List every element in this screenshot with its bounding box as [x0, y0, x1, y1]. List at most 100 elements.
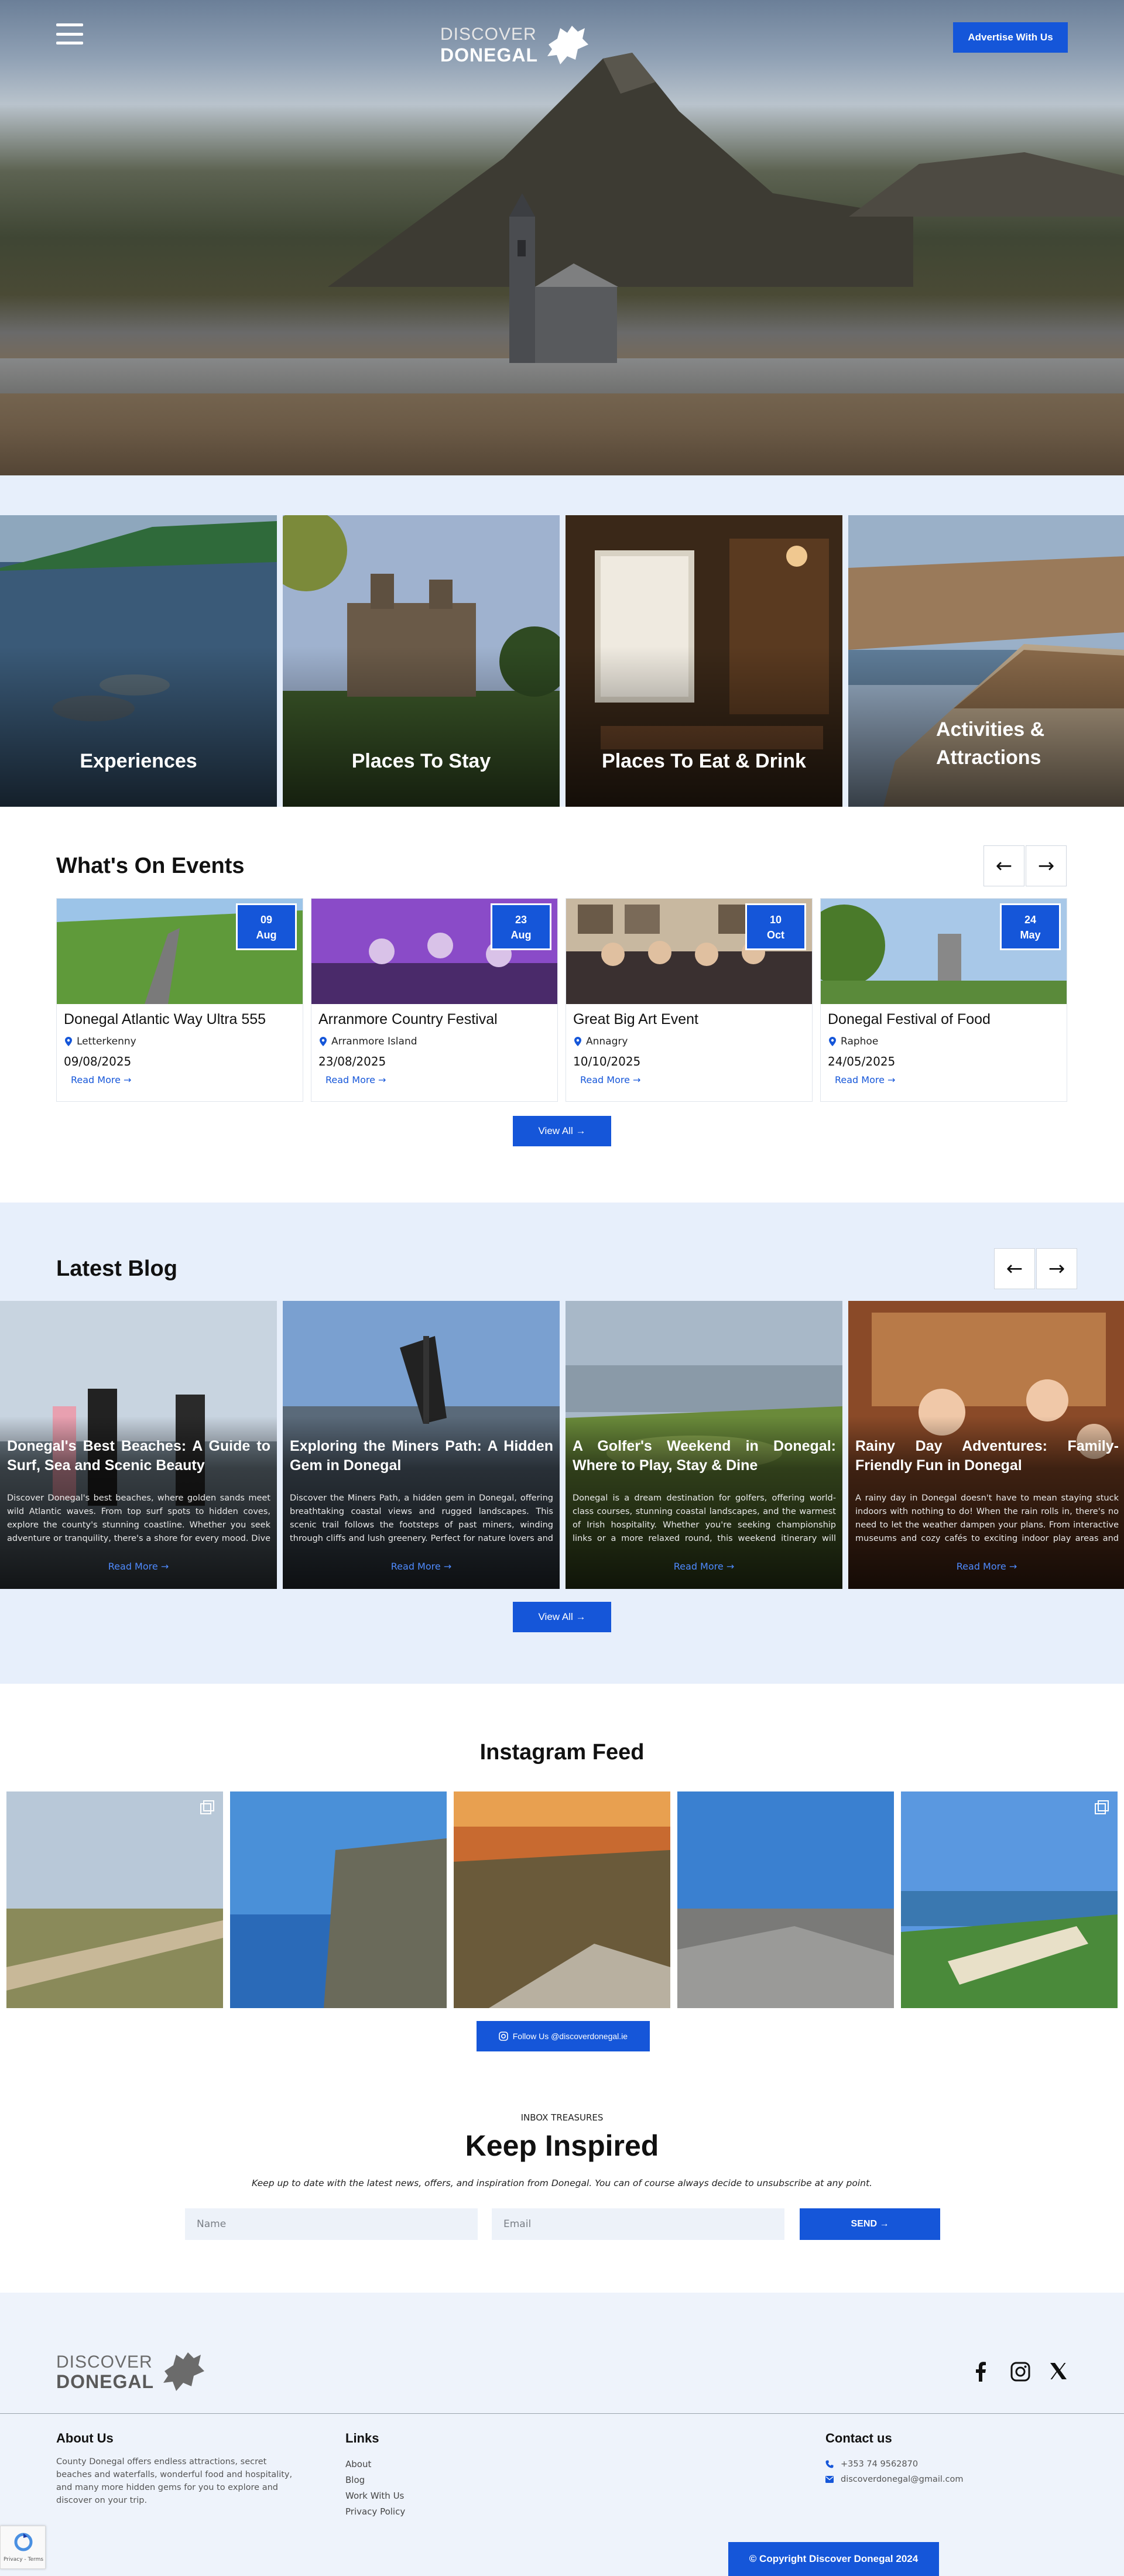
recaptcha-badge[interactable]: Privacy - Terms: [0, 2526, 46, 2569]
arrow-right-icon: →: [887, 1074, 896, 1085]
event-title: Donegal Atlantic Way Ultra 555: [64, 1011, 266, 1027]
event-date: 10/10/2025: [573, 1054, 641, 1068]
blog-next-button[interactable]: →: [1036, 1248, 1077, 1289]
mail-icon: [825, 2476, 834, 2483]
event-title: Donegal Festival of Food: [828, 1011, 991, 1027]
blog-title: Latest Blog: [56, 1256, 177, 1281]
read-more-label: Read More: [390, 1561, 441, 1572]
event-day: 10: [769, 914, 782, 926]
category-tile-places-to-eat[interactable]: Places To Eat & Drink: [566, 515, 842, 807]
blog-post-title: A Golfer's Weekend in Donegal: Where to …: [573, 1438, 836, 1474]
footer-logo-line2: DONEGAL: [56, 2371, 154, 2392]
footer-phone-text: +353 74 9562870: [841, 2459, 919, 2469]
location-pin-icon: [65, 1037, 72, 1046]
advertise-button[interactable]: Advertise With Us: [953, 22, 1068, 53]
footer-link-work-with-us[interactable]: Work With Us: [345, 2488, 462, 2504]
recaptcha-icon: [14, 2533, 33, 2551]
event-month: Aug: [256, 929, 277, 941]
instagram-icon[interactable]: [1010, 2362, 1030, 2382]
facebook-icon[interactable]: [974, 2362, 987, 2382]
x-twitter-icon[interactable]: [1049, 2362, 1068, 2380]
menu-button[interactable]: [56, 23, 83, 44]
arrow-right-icon: →: [575, 1125, 586, 1136]
events-next-button[interactable]: →: [1026, 845, 1067, 886]
blog-prev-button[interactable]: ←: [994, 1248, 1035, 1289]
instagram-post[interactable]: [6, 1791, 223, 2008]
blog-post-excerpt: Discover Donegal's best beaches, where g…: [7, 1493, 270, 1543]
event-location: Raphoe: [829, 1036, 878, 1047]
blog-card[interactable]: Donegal's Best Beaches: A Guide to Surf,…: [0, 1301, 277, 1589]
multi-image-icon: [200, 1800, 214, 1814]
arrow-right-icon: →: [879, 2219, 889, 2229]
blog-read-more-link[interactable]: Read More →: [0, 1561, 277, 1572]
blog-read-more-link[interactable]: Read More →: [848, 1561, 1124, 1572]
event-location: Letterkenny: [65, 1036, 136, 1047]
instagram-title: Instagram Feed: [479, 1740, 645, 1765]
event-card[interactable]: 24 May Donegal Festival of Food Raphoe 24…: [820, 898, 1067, 1102]
site-logo[interactable]: DISCOVER DONEGAL: [440, 21, 592, 68]
footer-link-privacy-policy[interactable]: Privacy Policy: [345, 2504, 462, 2520]
read-more-label: Read More: [673, 1561, 724, 1572]
blog-read-more-link[interactable]: Read More →: [566, 1561, 842, 1572]
blog-read-more-link[interactable]: Read More →: [283, 1561, 560, 1572]
instagram-post[interactable]: [677, 1791, 894, 2008]
blog-card[interactable]: Rainy Day Adventures: Family-Friendly Fu…: [848, 1301, 1124, 1589]
event-date-badge: 24 May: [1000, 903, 1061, 950]
category-tile-activities[interactable]: Activities & Attractions: [848, 515, 1124, 807]
category-tile-places-to-stay[interactable]: Places To Stay: [283, 515, 560, 807]
event-location: Annagry: [574, 1036, 628, 1047]
multi-image-icon: [1095, 1800, 1109, 1814]
event-card[interactable]: 10 Oct Great Big Art Event Annagry 10/10/…: [566, 898, 813, 1102]
read-more-label: Read More: [835, 1074, 885, 1085]
logo-text-line1: DISCOVER: [440, 25, 537, 44]
footer-email[interactable]: discoverdonegal@gmail.com: [825, 2473, 964, 2486]
newsletter-email-input[interactable]: [492, 2208, 784, 2240]
event-date-badge: 09 Aug: [236, 903, 297, 950]
events-prev-button[interactable]: ←: [984, 845, 1024, 886]
event-location-text: Raphoe: [841, 1036, 879, 1047]
blog-post-title: Donegal's Best Beaches: A Guide to Surf,…: [7, 1438, 270, 1474]
arrow-right-icon: →: [1009, 1561, 1017, 1572]
instagram-image: [454, 1791, 670, 2008]
instagram-image: [901, 1791, 1118, 2008]
event-read-more-link[interactable]: Read More →: [71, 1074, 131, 1085]
footer-logo[interactable]: DISCOVER DONEGAL: [56, 2348, 220, 2395]
event-month: Oct: [766, 929, 784, 941]
event-read-more-link[interactable]: Read More →: [580, 1074, 640, 1085]
event-read-more-link[interactable]: Read More →: [835, 1074, 895, 1085]
hero-church-image: [509, 193, 618, 363]
newsletter-name-input[interactable]: [185, 2208, 478, 2240]
arrow-right-icon: →: [575, 1611, 586, 1622]
instagram-post[interactable]: [454, 1791, 670, 2008]
category-tile-experiences[interactable]: Experiences: [0, 515, 277, 807]
event-read-more-link[interactable]: Read More →: [325, 1074, 386, 1085]
hero-hills-image: [849, 152, 1124, 217]
blog-card[interactable]: A Golfer's Weekend in Donegal: Where to …: [566, 1301, 842, 1589]
instagram-follow-button[interactable]: Follow Us @discoverdonegal.ie: [477, 2021, 650, 2051]
instagram-image: [230, 1791, 447, 2008]
instagram-image: [6, 1791, 223, 2008]
event-card[interactable]: 09 Aug Donegal Atlantic Way Ultra 555 Let…: [56, 898, 303, 1102]
tile-shade: [283, 646, 560, 807]
events-view-all-button[interactable]: View All →: [513, 1116, 611, 1146]
event-date-badge: 10 Oct: [745, 903, 806, 950]
blog-post-title: Rainy Day Adventures: Family-Friendly Fu…: [855, 1438, 1119, 1474]
newsletter-title: Keep Inspired: [465, 2129, 659, 2162]
view-all-label: View All: [538, 1125, 573, 1136]
footer-link-blog[interactable]: Blog: [345, 2472, 462, 2488]
newsletter-send-button[interactable]: SEND →: [800, 2208, 940, 2240]
newsletter-eyebrow: INBOX TREASURES: [520, 2112, 604, 2123]
event-day: 23: [515, 914, 527, 926]
blog-view-all-button[interactable]: View All →: [513, 1602, 611, 1632]
logo-text-line2: DONEGAL: [440, 44, 538, 66]
location-pin-icon: [320, 1037, 327, 1046]
event-card[interactable]: 23 Aug Arranmore Country Festival Arranmo…: [311, 898, 558, 1102]
blog-card[interactable]: Exploring the Miners Path: A Hidden Gem …: [283, 1301, 560, 1589]
footer-phone[interactable]: +353 74 9562870: [825, 2458, 918, 2471]
blog-post-title: Exploring the Miners Path: A Hidden Gem …: [290, 1438, 553, 1474]
instagram-post[interactable]: [901, 1791, 1118, 2008]
instagram-post[interactable]: [230, 1791, 447, 2008]
instagram-image: [677, 1791, 894, 2008]
footer-link-about[interactable]: About: [345, 2457, 462, 2472]
read-more-label: Read More: [956, 1561, 1006, 1572]
